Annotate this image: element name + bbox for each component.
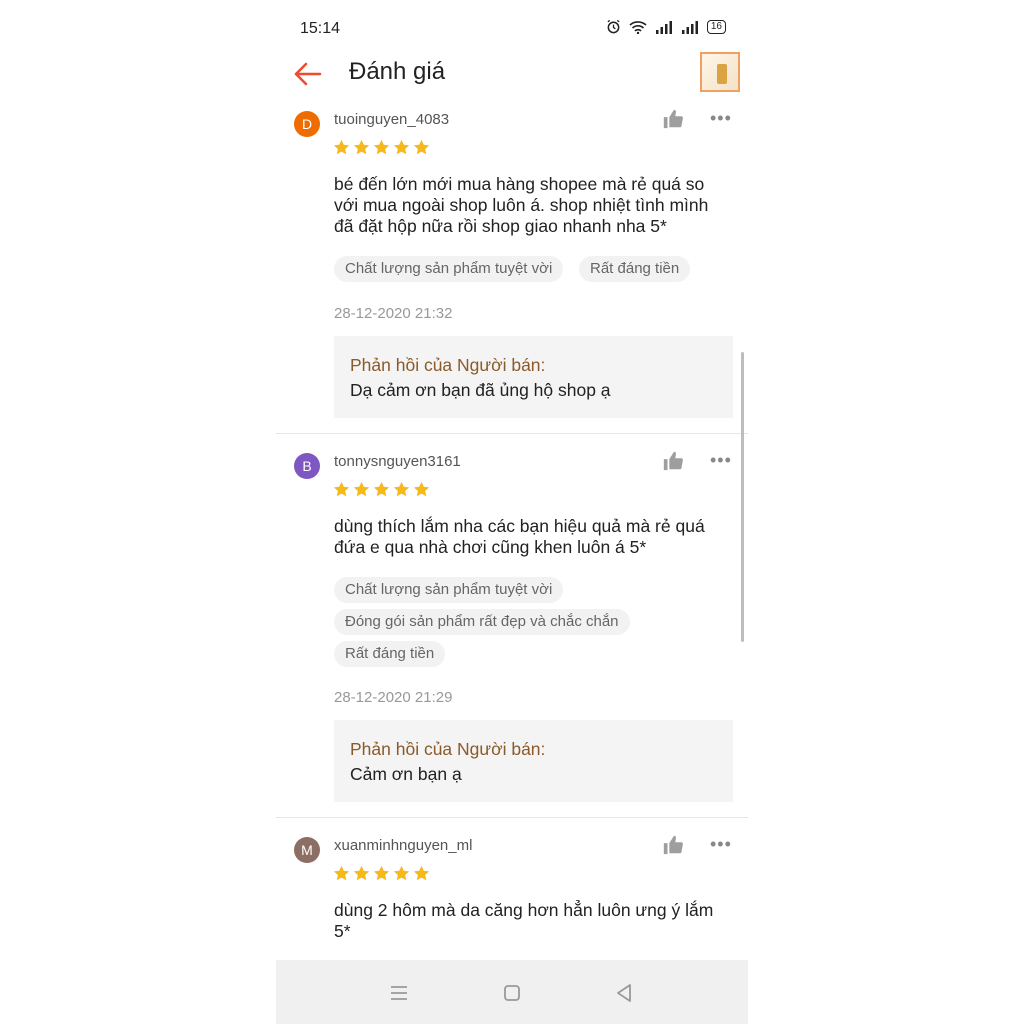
seller-reply-label: Phản hồi của Người bán: [350,355,546,375]
more-options-icon[interactable]: ••• [710,108,732,129]
wifi-icon [629,20,647,34]
comment-line: đứa e qua nhà chơi cũng khen luôn á 5* [334,537,647,557]
product-thumbnail[interactable] [700,52,740,92]
review-date: 28-12-2020 21:29 [334,689,453,706]
review-tag: Chất lượng sản phẩm tuyệt vời [334,577,564,603]
more-options-icon[interactable]: ••• [710,834,732,855]
review-item: B tonnysnguyen3161 ••• dùng thích lắm nh… [276,442,748,817]
signal-icon-2 [681,20,698,34]
thumbs-up-icon[interactable] [662,834,684,856]
review-username: tonnysnguyen3161 [334,453,461,470]
seller-reply-text: Dạ cảm ơn bạn đã ủng hộ shop ạ [350,380,611,400]
star-icon [373,139,390,155]
star-icon [353,139,370,155]
comment-line: 5* [334,921,351,941]
review-username: tuoinguyen_4083 [334,111,450,128]
alarm-icon [607,19,620,34]
review-item: M xuanminhnguyen_ml ••• dùng 2 hôm mà da… [276,826,748,960]
signal-icon [655,20,672,34]
review-tag: Đóng gói sản phẩm rất đẹp và chắc chắn [334,609,630,635]
divider [276,433,748,434]
star-icon [373,481,390,497]
comment-line: bé đến lớn mới mua hàng shopee mà rẻ quá… [334,174,705,194]
product-bottle-image [717,64,727,84]
avatar[interactable]: D [294,111,320,137]
back-arrow-icon[interactable] [290,56,326,92]
scrollbar[interactable] [741,352,744,642]
star-icon [393,481,410,497]
star-rating [333,481,430,498]
app-header: Đánh giá [276,50,748,100]
review-username: xuanminhnguyen_ml [334,837,473,854]
star-icon [413,139,430,155]
review-comment: dùng thích lắm nha các bạn hiệu quả mà r… [334,516,734,558]
comment-line: với mua ngoài shop luôn á. shop nhiệt tì… [334,195,709,215]
review-tag: Rất đáng tiền [579,256,691,282]
status-bar: 15:14 16 [276,0,748,50]
seller-reply: Phản hồi của Người bán: Cảm ơn bạn ạ [334,720,733,802]
home-square-icon[interactable] [501,982,523,1004]
avatar[interactable]: B [294,453,320,479]
status-time: 15:14 [300,20,341,37]
seller-reply-text: Cảm ơn bạn ạ [350,764,462,784]
star-rating [333,139,430,156]
thumbs-up-icon[interactable] [662,108,684,130]
star-icon [413,481,430,497]
comment-line: đã đặt hộp nữa rồi shop giao nhanh nha 5… [334,216,667,236]
divider [276,817,748,818]
seller-reply-label: Phản hồi của Người bán: [350,739,546,759]
status-icons: 16 [606,19,726,34]
system-nav-bar [276,960,748,1024]
review-date: 28-12-2020 21:32 [334,305,453,322]
review-tag: Chất lượng sản phẩm tuyệt vời [334,256,564,282]
star-icon [353,481,370,497]
battery-icon: 16 [706,19,726,34]
menu-icon[interactable] [388,982,410,1004]
review-comment: dùng 2 hôm mà da căng hơn hẳn luôn ưng ý… [334,900,734,942]
avatar[interactable]: M [294,837,320,863]
star-icon [393,139,410,155]
review-comment: bé đến lớn mới mua hàng shopee mà rẻ quá… [334,174,734,237]
star-icon [333,481,350,497]
thumbs-up-icon[interactable] [662,450,684,472]
star-icon [413,865,430,881]
back-triangle-icon[interactable] [613,982,635,1004]
page-title: Đánh giá [349,58,446,85]
star-icon [353,865,370,881]
phone-screen: 15:14 16 Đánh giá D tuoinguyen_4083 ••• [276,0,748,1024]
review-item: D tuoinguyen_4083 ••• bé đến lớn mới mua… [276,100,748,433]
star-icon [373,865,390,881]
star-icon [393,865,410,881]
comment-line: dùng 2 hôm mà da căng hơn hẳn luôn ưng ý… [334,900,714,920]
star-icon [333,139,350,155]
star-rating [333,865,430,882]
review-tag: Rất đáng tiền [334,641,446,667]
more-options-icon[interactable]: ••• [710,450,732,471]
comment-line: dùng thích lắm nha các bạn hiệu quả mà r… [334,516,705,536]
seller-reply: Phản hồi của Người bán: Dạ cảm ơn bạn đã… [334,336,733,418]
star-icon [333,865,350,881]
